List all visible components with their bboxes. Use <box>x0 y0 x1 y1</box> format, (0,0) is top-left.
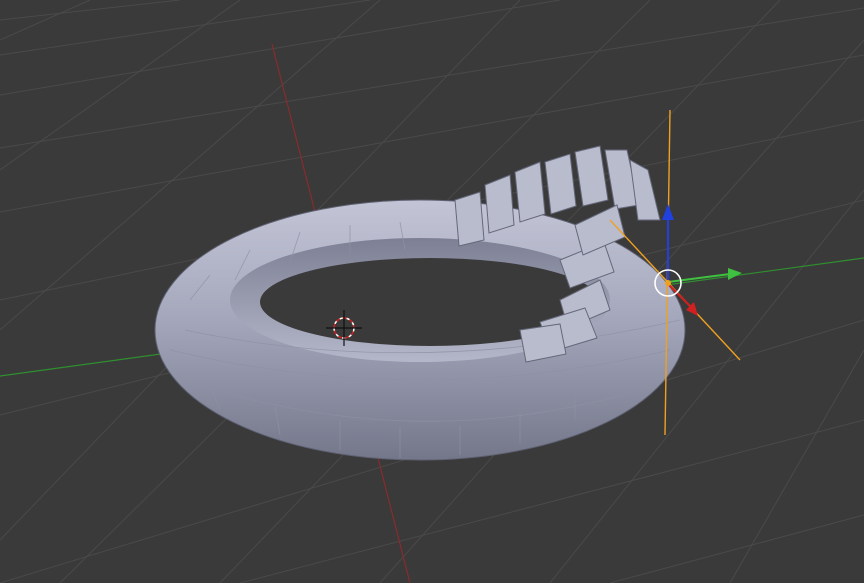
object-origin-icon <box>665 280 671 286</box>
3d-viewport[interactable] <box>0 0 864 583</box>
torus-object[interactable] <box>154 145 686 461</box>
viewport-canvas[interactable] <box>0 0 864 583</box>
y-arrow-icon[interactable] <box>728 268 742 280</box>
z-arrow-icon[interactable] <box>662 204 674 220</box>
